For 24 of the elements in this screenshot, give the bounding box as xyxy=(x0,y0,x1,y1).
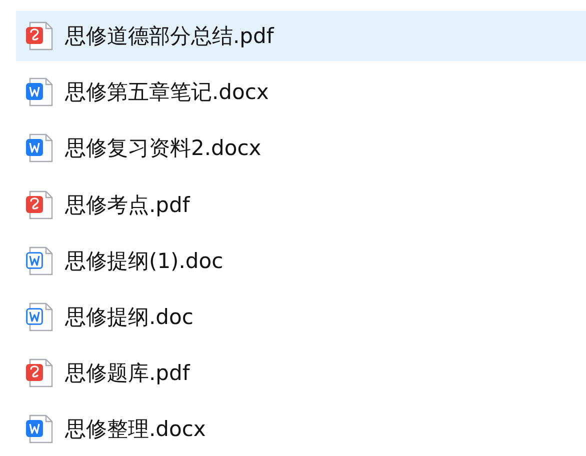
file-item[interactable]: 思修第五章笔记.docx xyxy=(16,67,586,118)
file-item[interactable]: 思修提纲(1).doc xyxy=(16,236,586,286)
file-name: 思修提纲.doc xyxy=(65,304,194,331)
file-name: 思修提纲(1).doc xyxy=(65,248,224,275)
word-file-outline-icon xyxy=(25,246,55,276)
pdf-file-icon xyxy=(25,190,55,220)
pdf-file-icon xyxy=(25,358,55,388)
file-name: 思修道德部分总结.pdf xyxy=(65,23,274,50)
word-file-outline-icon xyxy=(25,302,55,332)
file-name: 思修整理.docx xyxy=(65,416,206,444)
file-item[interactable]: 思修整理.docx xyxy=(16,404,586,454)
file-item[interactable]: 思修提纲.doc xyxy=(16,292,586,342)
file-name: 思修考点.pdf xyxy=(65,192,190,219)
file-item[interactable]: 思修题库.pdf xyxy=(16,348,586,398)
file-item[interactable]: 思修考点.pdf xyxy=(16,180,586,230)
file-name: 思修题库.pdf xyxy=(65,360,190,388)
pdf-file-icon xyxy=(25,21,55,51)
word-file-icon xyxy=(25,77,55,108)
file-item[interactable]: 思修复习资料2.docx xyxy=(16,123,586,174)
word-file-icon xyxy=(25,133,55,164)
file-name: 思修复习资料2.docx xyxy=(65,135,262,162)
file-name: 思修第五章笔记.docx xyxy=(65,79,269,106)
file-item[interactable]: 思修道德部分总结.pdf xyxy=(16,11,586,61)
word-file-icon xyxy=(25,414,55,444)
